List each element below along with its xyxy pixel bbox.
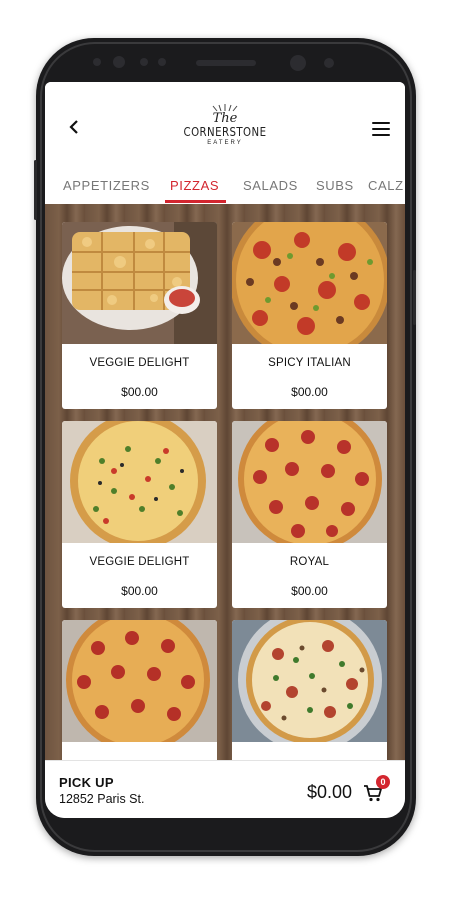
logo-line-the: The bbox=[212, 111, 238, 126]
tab-pizzas[interactable]: PIZZAS bbox=[170, 178, 219, 193]
logo-line-eatery: EATERY bbox=[207, 140, 243, 146]
restaurant-logo: The CORNERSTONE EATERY bbox=[175, 104, 275, 156]
menu-item-card[interactable] bbox=[232, 620, 387, 760]
order-total: $0.00 bbox=[307, 782, 353, 802]
tab-appetizers[interactable]: APPETIZERS bbox=[63, 178, 150, 193]
menu-item-name: VEGGIE DELIGHT bbox=[89, 357, 190, 369]
menu-item-name: VEGGIE DELIGHT bbox=[89, 556, 190, 568]
pickup-address: 12852 Paris St. bbox=[59, 792, 145, 806]
logo-line-name: CORNERSTONE bbox=[183, 125, 267, 139]
menu-item-price: $00.00 bbox=[121, 385, 158, 399]
menu-grid: VEGGIE DELIGHT $00.00 SPICY ITALIAN $00.… bbox=[45, 204, 405, 760]
menu-item-card[interactable] bbox=[62, 620, 217, 760]
phone-sensor bbox=[158, 58, 166, 66]
menu-item-price: $00.00 bbox=[291, 584, 328, 598]
menu-item-price: $00.00 bbox=[291, 385, 328, 399]
active-tab-indicator bbox=[165, 200, 226, 203]
phone-sensor bbox=[93, 58, 101, 66]
front-camera bbox=[290, 55, 306, 71]
category-tabs: APPETIZERS PIZZAS SALADS SUBS CALZ bbox=[45, 168, 405, 205]
tab-subs[interactable]: SUBS bbox=[316, 178, 354, 193]
phone-volume-button bbox=[34, 160, 37, 220]
menu-item-card[interactable]: SPICY ITALIAN $00.00 bbox=[232, 222, 387, 409]
supreme-pizza-photo bbox=[232, 620, 387, 742]
spicy-italian-pizza-photo bbox=[232, 222, 387, 344]
chevron-left-icon[interactable] bbox=[67, 117, 81, 137]
tab-salads[interactable]: SALADS bbox=[243, 178, 298, 193]
menu-item-price: $00.00 bbox=[121, 584, 158, 598]
menu-item-card[interactable]: VEGGIE DELIGHT $00.00 bbox=[62, 222, 217, 409]
app-screen: The CORNERSTONE EATERY APPETIZERS PIZZAS… bbox=[45, 82, 405, 818]
phone-speaker bbox=[196, 60, 256, 66]
menu-item-name: SPICY ITALIAN bbox=[268, 357, 351, 369]
veggie-pizza-photo bbox=[62, 421, 217, 543]
menu-item-card[interactable]: VEGGIE DELIGHT $00.00 bbox=[62, 421, 217, 608]
menu-item-card[interactable]: ROYAL $00.00 bbox=[232, 421, 387, 608]
phone-sensor bbox=[140, 58, 148, 66]
app-header: The CORNERSTONE EATERY bbox=[45, 82, 405, 168]
phone-power-button bbox=[413, 270, 416, 325]
phone-sensor bbox=[113, 56, 125, 68]
order-mode-label: PICK UP bbox=[59, 775, 114, 790]
pepperoni-pizza-photo bbox=[62, 620, 217, 742]
garlic-breadsticks-photo bbox=[62, 222, 217, 344]
pepperoni-pizza-photo bbox=[232, 421, 387, 543]
hamburger-menu-icon[interactable] bbox=[372, 122, 390, 136]
order-summary-bar[interactable]: PICK UP 12852 Paris St. $0.00 0 bbox=[45, 760, 405, 818]
cart-count-badge: 0 bbox=[376, 775, 390, 789]
menu-item-name: ROYAL bbox=[289, 556, 330, 568]
tab-calzones[interactable]: CALZ bbox=[368, 178, 404, 193]
phone-sensor bbox=[324, 58, 334, 68]
